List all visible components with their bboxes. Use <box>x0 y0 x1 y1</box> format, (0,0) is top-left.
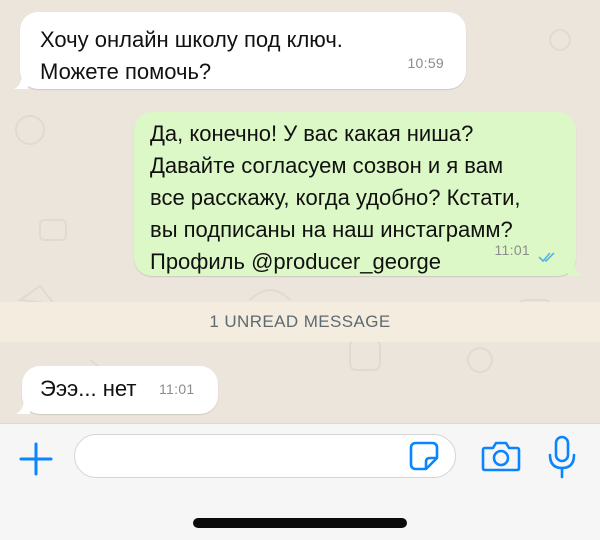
bubble-tail <box>568 260 582 276</box>
microphone-icon[interactable] <box>544 434 580 480</box>
message-text: Эээ... нет <box>40 376 137 401</box>
message-time: 11:01 <box>494 242 530 258</box>
message-text: Хочу онлайн школу под ключ. Можете помоч… <box>40 27 343 84</box>
unread-messages-banner: 1 UNREAD MESSAGE <box>0 302 600 342</box>
message-bubble-incoming[interactable]: Эээ... нет 11:01 <box>16 366 218 414</box>
message-bubble-outgoing[interactable]: Да, конечно! У вас какая ниша? Давайте с… <box>134 112 582 276</box>
double-check-read-icon <box>538 252 555 263</box>
message-composer <box>0 423 600 540</box>
message-input-box[interactable] <box>74 434 456 478</box>
message-input[interactable] <box>89 443 403 471</box>
message-time: 10:59 <box>407 55 444 71</box>
plus-icon[interactable] <box>16 439 56 479</box>
bubble-tail <box>16 398 30 414</box>
home-indicator <box>193 518 407 528</box>
message-bubble-incoming[interactable]: Хочу онлайн школу под ключ. Можете помоч… <box>14 12 466 89</box>
bubble-tail <box>14 73 28 89</box>
chat-area[interactable]: Хочу онлайн школу под ключ. Можете помоч… <box>0 0 600 423</box>
camera-icon[interactable] <box>480 436 522 476</box>
sticker-icon[interactable] <box>406 438 442 474</box>
message-time: 11:01 <box>159 381 195 397</box>
